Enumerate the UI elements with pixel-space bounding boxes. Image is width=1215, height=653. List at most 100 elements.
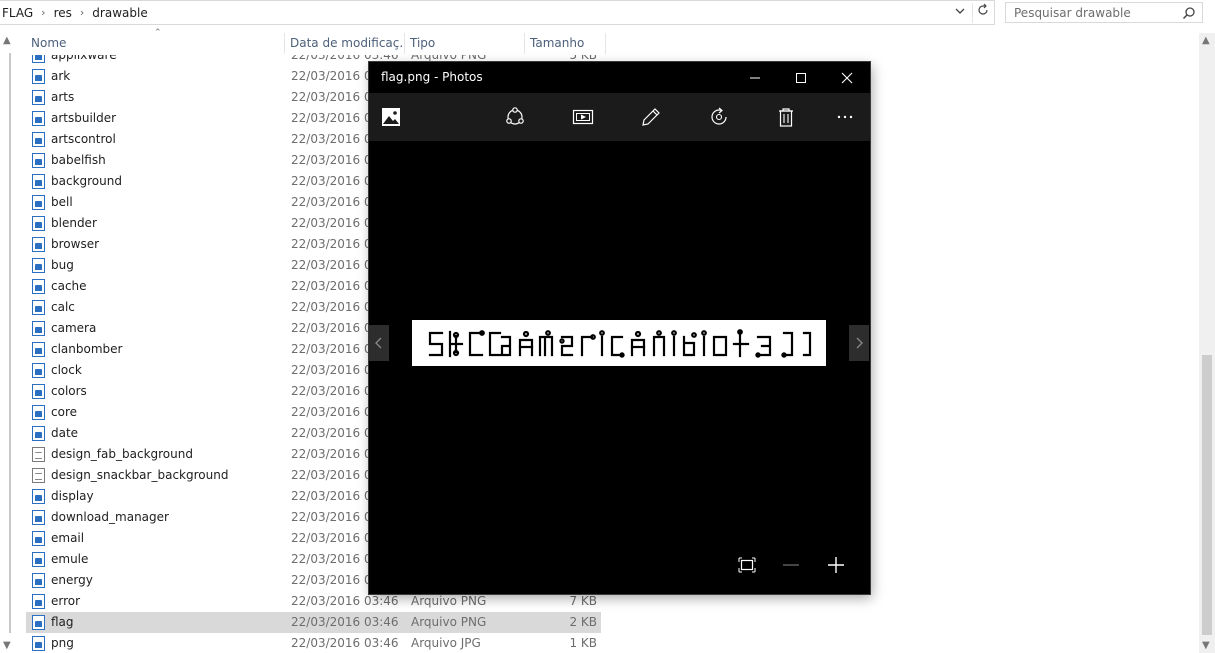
slideshow-icon[interactable] [566,100,600,134]
file-name: error [51,594,81,608]
image-file-icon [32,279,45,294]
zoom-out-icon[interactable] [779,553,803,577]
maximize-button[interactable] [778,62,824,93]
breadcrumb-item[interactable]: res [52,6,74,20]
file-name: core [51,405,77,419]
refresh-icon[interactable] [972,3,992,23]
search-icon[interactable] [1182,6,1196,20]
address-bar[interactable]: FLAG › res › drawable [0,0,995,25]
photo-canvas [369,141,870,594]
file-name: png [51,636,74,650]
scroll-down-icon[interactable]: ▼ [3,640,11,651]
file-type: Arquivo PNG [411,615,487,629]
image-file-icon [32,55,45,63]
file-name: clock [51,363,82,377]
collection-icon[interactable] [374,100,408,134]
image-file-icon [32,531,45,546]
column-date[interactable]: Data de modificaç... [285,33,405,54]
column-name[interactable]: Nome [26,33,285,54]
previous-photo-button[interactable] [369,325,389,361]
file-row-error[interactable]: error 22/03/2016 03:46 Arquivo PNG 7 KB [26,591,601,612]
next-photo-button[interactable] [849,325,869,361]
image-file-icon [32,384,45,399]
image-file-icon [32,216,45,231]
file-name: energy [51,573,93,587]
column-size[interactable]: Tamanho [525,33,606,54]
image-file-icon [32,132,45,147]
file-name: emule [51,552,89,566]
image-file-icon [32,615,45,630]
image-file-icon [32,258,45,273]
file-list-scrollbar[interactable]: ▲ ▼ [1199,33,1215,653]
image-file-icon [32,363,45,378]
file-name: babelfish [51,153,106,167]
nav-pane-scrollbar[interactable]: ▲ ▼ [0,33,17,653]
image-file-icon [32,426,45,441]
delete-icon[interactable] [769,100,803,134]
file-name: blender [51,216,97,230]
image-file-icon [32,300,45,315]
file-name: ark [51,69,71,83]
file-name: artsbuilder [51,111,117,125]
file-date: 22/03/2016 03:46 [291,636,399,650]
file-name: design_snackbar_background [51,468,229,482]
image-file-icon [32,573,45,588]
file-name: download_manager [51,510,169,524]
scroll-up-icon[interactable]: ▲ [3,35,11,46]
more-icon[interactable] [828,100,862,134]
column-type[interactable]: Tipo [405,33,525,54]
file-name: background [51,174,122,188]
close-button[interactable] [824,62,870,93]
file-name: calc [51,300,75,314]
scrollbar-thumb[interactable] [9,53,11,633]
file-name: cache [51,279,87,293]
breadcrumb-item[interactable]: FLAG [0,6,35,20]
file-name: email [51,531,85,545]
scroll-up-icon[interactable]: ▲ [1202,35,1210,46]
breadcrumb-item[interactable]: drawable [90,6,149,20]
flag-glyphs [428,329,812,358]
fit-to-window-icon[interactable] [735,553,759,577]
file-name: date [51,426,79,440]
file-name: flag [51,615,74,629]
file-name: browser [51,237,100,251]
file-row-flag[interactable]: flag 22/03/2016 03:46 Arquivo PNG 2 KB [26,612,601,633]
photos-title: flag.png - Photos [381,70,483,84]
image-file-icon [32,90,45,105]
file-size: 2 KB [569,615,597,629]
file-row-png[interactable]: png 22/03/2016 03:46 Arquivo JPG 1 KB [26,633,601,653]
chevron-down-icon[interactable] [952,5,968,21]
scroll-down-icon[interactable]: ▼ [1202,640,1210,651]
zoom-in-icon[interactable] [824,553,848,577]
photos-toolbar [369,93,870,141]
file-date: 22/03/2016 03:46 [291,594,399,608]
minimize-button[interactable] [732,62,778,93]
chevron-right-icon: › [79,6,85,19]
file-name: design_fab_background [51,447,193,461]
image-file-icon [32,489,45,504]
column-header: Nome Data de modificaç... Tipo Tamanho [26,33,606,54]
file-name: camera [51,321,97,335]
edit-pencil-icon[interactable] [634,100,668,134]
file-name: bell [51,195,73,209]
xml-file-icon [32,447,45,462]
image-file-icon [32,342,45,357]
scrollbar-thumb[interactable] [1202,355,1212,635]
file-name: clanbomber [51,342,123,356]
image-file-icon [32,195,45,210]
rotate-icon[interactable] [702,100,736,134]
xml-file-icon [32,468,45,483]
image-file-icon [32,594,45,609]
search-input[interactable] [1014,5,1179,20]
search-box[interactable] [1005,2,1203,23]
file-name: arts [51,90,75,104]
file-size: 7 KB [569,594,597,608]
photos-titlebar[interactable]: flag.png - Photos [369,62,870,93]
file-name: applixware [51,55,117,62]
file-name: artscontrol [51,132,116,146]
share-icon[interactable] [498,100,532,134]
zoom-controls [729,545,859,585]
photos-window: flag.png - Photos [369,62,870,594]
image-file-icon [32,237,45,252]
file-type: Arquivo PNG [411,594,487,608]
